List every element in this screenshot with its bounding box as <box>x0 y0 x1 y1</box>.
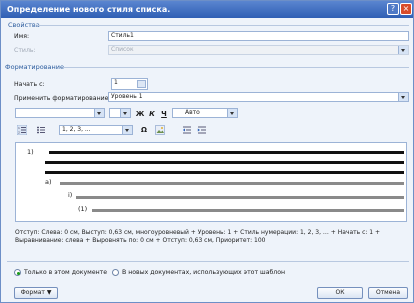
preview-line <box>92 209 404 212</box>
formatting-section-label: Форматирование <box>5 63 64 71</box>
bullets-icon[interactable] <box>36 125 46 135</box>
preview-line <box>76 196 404 199</box>
dropdown-arrow-icon[interactable] <box>227 109 237 117</box>
preview-line <box>45 161 404 164</box>
dialog-title: Определение нового стиля списка. <box>7 5 171 14</box>
section-divider <box>37 25 409 26</box>
help-button[interactable]: ? <box>387 3 399 15</box>
increase-indent-icon[interactable] <box>197 125 207 135</box>
style-label: Стиль: <box>14 47 36 54</box>
new-documents-label[interactable]: В новых документах, использующих этот ша… <box>122 269 285 276</box>
insert-symbol-button[interactable]: Ω <box>139 126 149 134</box>
list-preview: 1) а) i) (1) <box>15 142 407 222</box>
numbering-icon[interactable]: 12 <box>17 125 27 135</box>
font-size-select[interactable] <box>109 108 131 118</box>
preview-level3-marker: i) <box>68 191 73 199</box>
dropdown-arrow-icon <box>398 46 408 54</box>
bold-button[interactable]: Ж <box>135 110 145 118</box>
style-description: Отступ: Слева: 0 см, Выступ: 0,63 см, мн… <box>15 229 381 244</box>
properties-section-label: Свойства <box>8 21 40 29</box>
section-divider <box>7 261 409 262</box>
preview-line <box>60 182 404 185</box>
style-value: Список <box>111 46 134 53</box>
define-list-style-dialog: Определение нового стиля списка. ? × Сво… <box>0 0 414 303</box>
preview-level1-marker: 1) <box>27 148 34 156</box>
font-color-value: Авто <box>185 109 200 116</box>
name-value: Стиль1 <box>111 32 134 39</box>
apply-to-select[interactable]: Уровень 1 <box>108 92 409 102</box>
ok-button[interactable]: ОК <box>317 287 363 299</box>
preview-level4-marker: (1) <box>78 205 88 213</box>
preview-level2-marker: а) <box>45 178 52 186</box>
font-select[interactable] <box>15 108 105 118</box>
new-documents-radio[interactable] <box>112 269 119 276</box>
start-at-label: Начать с: <box>14 81 45 88</box>
svg-text:1: 1 <box>18 126 20 130</box>
spin-arrows-icon[interactable] <box>137 80 146 88</box>
cancel-button[interactable]: Отмена <box>368 287 408 299</box>
dropdown-arrow-icon[interactable] <box>120 109 130 117</box>
dropdown-arrow-icon[interactable] <box>398 93 408 101</box>
start-at-value: 1 <box>114 79 118 86</box>
underline-button[interactable]: Ч <box>159 110 169 118</box>
font-color-select[interactable]: Авто <box>172 108 238 118</box>
name-label: Имя: <box>14 33 30 40</box>
format-button[interactable]: Формат ▼ <box>14 287 58 299</box>
dropdown-arrow-icon[interactable] <box>122 126 132 134</box>
italic-button[interactable]: К <box>147 110 157 118</box>
preview-line <box>45 171 404 174</box>
section-divider <box>63 67 409 68</box>
start-at-spinner[interactable]: 1 <box>111 78 148 90</box>
number-style-select[interactable]: 1, 2, 3, ... <box>59 125 133 135</box>
style-select: Список <box>108 45 409 55</box>
insert-picture-icon[interactable] <box>155 125 165 135</box>
only-this-document-label[interactable]: Только в этом документе <box>24 269 107 276</box>
preview-line <box>49 151 404 154</box>
apply-to-label: Применить форматирование к: <box>14 95 117 102</box>
decrease-indent-icon[interactable] <box>182 125 192 135</box>
dropdown-arrow-icon[interactable] <box>94 109 104 117</box>
svg-text:2: 2 <box>18 131 20 135</box>
title-bar[interactable]: Определение нового стиля списка. ? × <box>1 1 413 18</box>
only-this-document-radio[interactable] <box>14 269 21 276</box>
close-button[interactable]: × <box>400 3 412 15</box>
name-input[interactable]: Стиль1 <box>108 31 409 41</box>
number-style-value: 1, 2, 3, ... <box>62 126 91 133</box>
apply-to-value: Уровень 1 <box>111 93 143 100</box>
